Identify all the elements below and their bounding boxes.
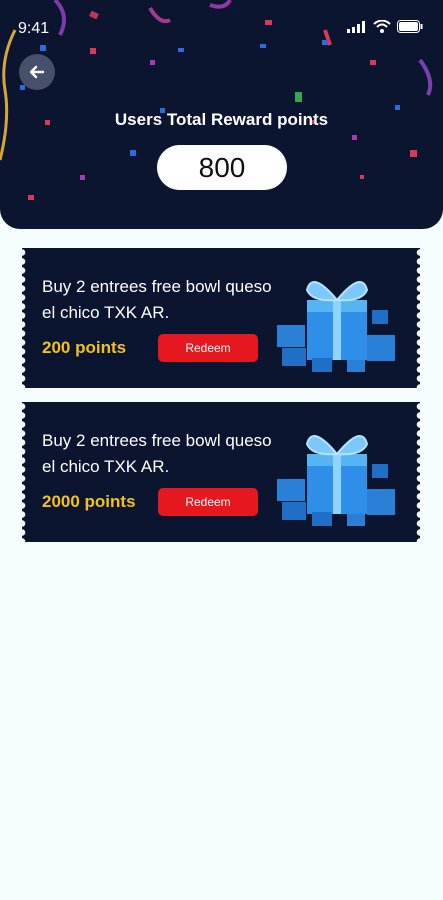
arrow-left-icon [29, 65, 45, 79]
status-bar: 9:41 [0, 0, 443, 44]
reward-points: 2000 points [42, 492, 136, 511]
gift-icon [277, 281, 395, 372]
gift-icon [277, 435, 395, 526]
total-points-value: 800 [157, 145, 287, 190]
signal-icon [347, 20, 365, 33]
battery-icon [397, 20, 423, 33]
status-time: 9:41 [18, 20, 50, 37]
total-points-title: Users Total Reward points [114, 110, 329, 129]
reward-description: Buy 2 entrees free bowl queso el chico T… [42, 277, 272, 322]
status-icons [347, 20, 423, 33]
redeem-button[interactable]: Redeem [158, 334, 258, 362]
reward-points: 200 points [42, 338, 127, 357]
redeem-button[interactable]: Redeem [158, 488, 258, 516]
wifi-icon [373, 20, 391, 33]
reward-description: Buy 2 entrees free bowl queso el chico T… [42, 431, 272, 476]
reward-card: Buy 2 entrees free bowl queso el chico T… [18, 248, 424, 388]
reward-card: Buy 2 entrees free bowl queso el chico T… [18, 402, 424, 542]
back-button[interactable] [19, 54, 55, 90]
reward-header: 9:41 Users Total Reward points 800 [0, 0, 443, 229]
